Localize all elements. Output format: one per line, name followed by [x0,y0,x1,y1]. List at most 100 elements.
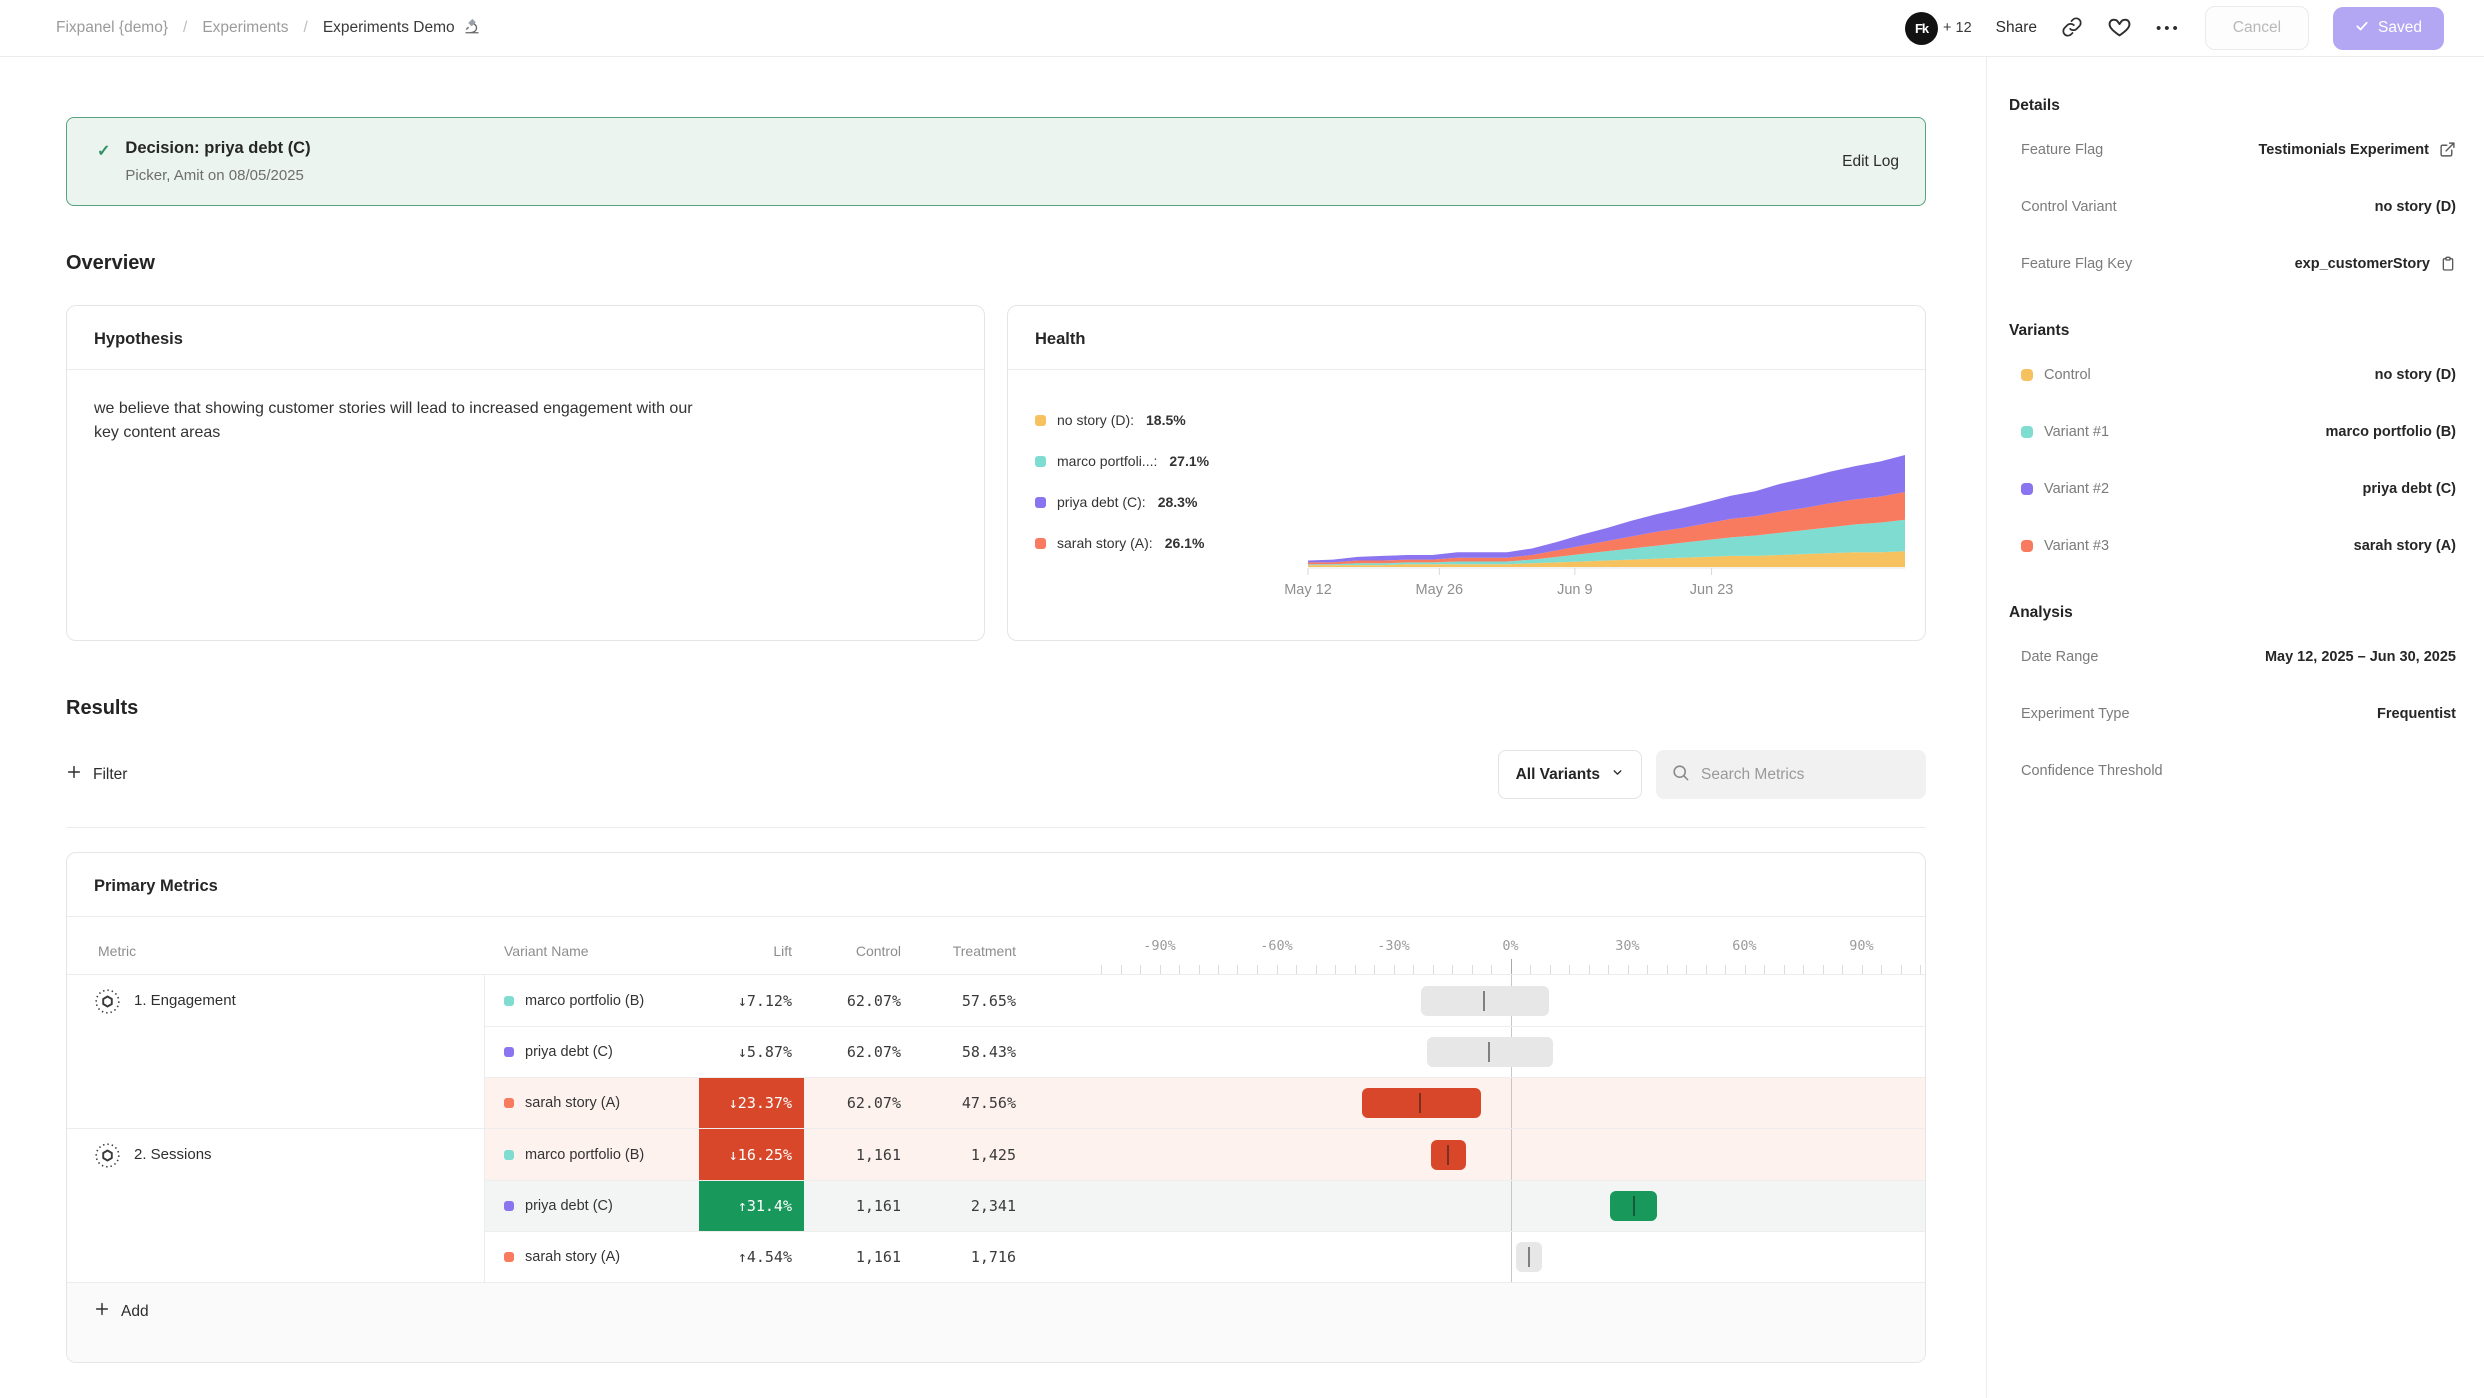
variant-name: sarah story (A) [525,1249,620,1265]
lift-cell: ↓23.37% [699,1078,804,1128]
collaborators-count: + 12 [1943,20,1972,36]
axis-minor-tick [1491,965,1492,974]
legend-label: priya debt (C): [1057,494,1146,510]
breadcrumb-item-label: Fixpanel {demo} [56,19,168,36]
breadcrumb-item[interactable]: Fixpanel {demo} [56,19,168,37]
legend-label: sarah story (A): [1057,535,1153,551]
metric-cell[interactable]: 1. Engagement [67,975,485,1128]
collaborator-avatars[interactable]: Fk + 12 [1905,12,1972,45]
legend-label: marco portfoli...: [1057,453,1157,469]
metric-cell[interactable]: 2. Sessions [67,1129,485,1282]
sidebar-row-label: Variant #1 [2021,424,2109,440]
variant-name: priya debt (C) [525,1044,613,1060]
breadcrumb-item[interactable]: Experiments Demo [323,17,481,40]
table-row[interactable]: priya debt (C)↓5.87%62.07%58.43% [485,1026,1925,1077]
axis-minor-tick [1296,965,1297,974]
legend-item: no story (D):18.5% [1035,412,1209,428]
avatar[interactable]: Fk [1905,12,1938,45]
variants-dropdown[interactable]: All Variants [1498,750,1642,799]
add-metric-button[interactable]: Add [94,1301,149,1322]
sidebar-label-text: Control Variant [2021,199,2117,215]
sidebar-row-label: Variant #3 [2021,538,2109,554]
control-cell: 1,161 [804,1146,909,1164]
variant-swatch [504,1201,514,1211]
axis-tick-label: 60% [1732,938,1756,954]
saved-button[interactable]: Saved [2333,7,2444,50]
variant-name: marco portfolio (B) [525,993,644,1009]
sidebar-row: Confidence Threshold [2009,742,2458,799]
sidebar-value-text: Frequentist [2377,706,2456,722]
axis-minor-tick [1218,965,1219,974]
sidebar-value-text: Testimonials Experiment [2258,142,2429,158]
microscope-icon [463,17,481,40]
variant-cell: marco portfolio (B) [485,993,699,1009]
table-row[interactable]: priya debt (C)↑31.4%1,1612,341 [485,1180,1925,1231]
confidence-interval-bar [1421,986,1550,1016]
zero-line [1511,1181,1512,1231]
axis-minor-tick [1628,965,1629,974]
variant-swatch [504,1252,514,1262]
sidebar-row-value: Testimonials Experiment [2258,141,2456,158]
sidebar-section-title: Analysis [2009,604,2458,622]
sidebar-row: Feature Flag Keyexp_customerStory [2009,235,2458,292]
decision-banner: ✓ Decision: priya debt (C) Picker, Amit … [66,117,1926,206]
axis-minor-tick [1764,965,1765,974]
variant-cell: priya debt (C) [485,1044,699,1060]
point-estimate-mark [1633,1196,1635,1216]
control-cell: 62.07% [804,1043,909,1061]
confidence-interval-cell [1101,1078,1920,1128]
confidence-interval-bar [1362,1088,1481,1118]
axis-minor-tick [1413,965,1414,974]
sidebar-row: Variant #2priya debt (C) [2009,460,2458,517]
axis-minor-tick [1121,965,1122,974]
axis-minor-tick [1803,965,1804,974]
sidebar-value-text: priya debt (C) [2363,481,2456,497]
add-filter-button[interactable]: Filter [66,764,127,785]
hypothesis-card: Hypothesis we believe that showing custo… [66,305,985,641]
sidebar-row-value: sarah story (A) [2354,538,2456,554]
sidebar-section-details: DetailsFeature FlagTestimonials Experime… [2009,97,2458,292]
more-menu-button[interactable]: ••• [2156,20,2181,37]
search-metrics-input[interactable] [1701,766,1911,784]
legend-item: priya debt (C):28.3% [1035,494,1209,510]
sidebar-label-text: Confidence Threshold [2021,763,2163,779]
axis-minor-tick [1569,965,1570,974]
variant-swatch [504,1047,514,1057]
sidebar-value-text: no story (D) [2375,199,2456,215]
health-stacked-area-chart: May 12May 26Jun 9Jun 23 [1308,370,1905,628]
variant-cell: sarah story (A) [485,1249,699,1265]
table-row[interactable]: marco portfolio (B)↓16.25%1,1611,425 [485,1129,1925,1180]
favorite-button[interactable] [2107,14,2132,42]
axis-minor-tick [1530,965,1531,974]
axis-minor-tick [1725,965,1726,974]
table-row[interactable]: sarah story (A)↑4.54%1,1611,716 [485,1231,1925,1282]
point-estimate-mark [1419,1093,1421,1113]
axis-minor-tick [1647,965,1648,974]
metrics-table-header: Metric Variant Name Lift Control Treatme… [67,917,1925,975]
sidebar-row-value: priya debt (C) [2363,481,2456,497]
table-row[interactable]: marco portfolio (B)↓7.12%62.07%57.65% [485,975,1925,1026]
search-icon [1671,763,1690,787]
zero-line [1511,1078,1512,1128]
chevron-down-icon [1611,766,1624,784]
edit-log-link[interactable]: Edit Log [1842,153,1899,171]
breadcrumb-item[interactable]: Experiments [202,19,288,37]
cancel-button[interactable]: Cancel [2205,6,2309,50]
copy-link-button[interactable] [2061,16,2083,41]
sidebar-row-label: Confidence Threshold [2021,763,2163,779]
lift-cell: ↑4.54% [699,1232,804,1282]
axis-minor-tick [1589,965,1590,974]
external-link-icon[interactable] [2439,141,2456,158]
axis-minor-tick [1160,965,1161,974]
share-button[interactable]: Share [1996,19,2037,37]
search-metrics-box [1656,750,1926,799]
sidebar-value-text: sarah story (A) [2354,538,2456,554]
sidebar-label-text: Experiment Type [2021,706,2130,722]
table-row[interactable]: sarah story (A)↓23.37%62.07%47.56% [485,1077,1925,1128]
sidebar-section-title: Variants [2009,322,2458,340]
clipboard-icon[interactable] [2440,256,2456,272]
breadcrumb-separator: / [304,19,308,37]
sidebar-value-text: exp_customerStory [2295,256,2430,272]
point-estimate-mark [1483,991,1485,1011]
legend-swatch [1035,415,1046,426]
